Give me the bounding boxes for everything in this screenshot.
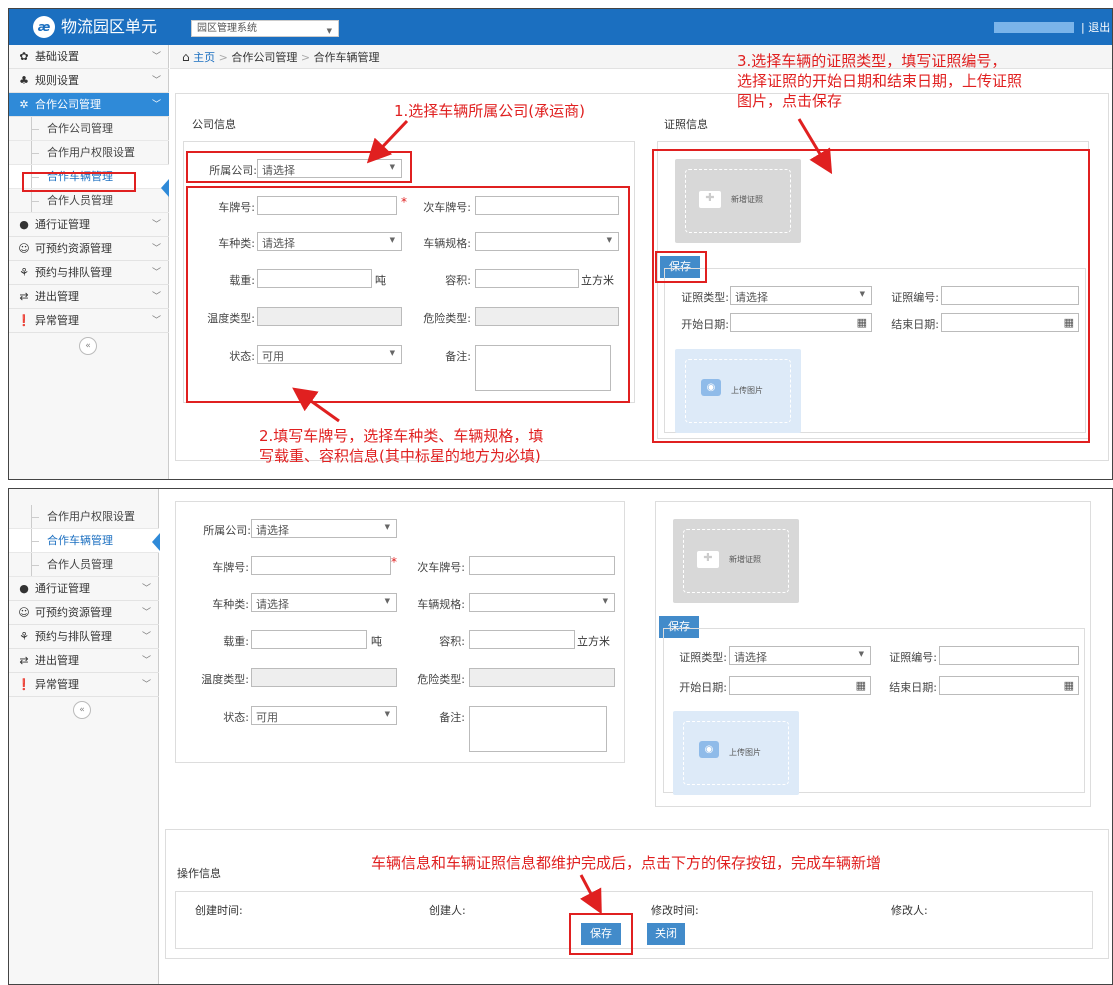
annotation-arrows-bottom: [579, 874, 602, 915]
annotation-arrows: [292, 118, 833, 423]
screenshot-bottom: 合作用户权限设置 合作车辆管理 合作人员管理 ● 通行证管理 ﹀ ☺ 可预约资源管理 ﹀…: [8, 488, 1113, 985]
screenshot-top: æ 物流园区单元 园区管理系统 | 退出 ✿基础设置﹀ ♣规则设置﹀ ✲合作公司…: [8, 8, 1113, 480]
